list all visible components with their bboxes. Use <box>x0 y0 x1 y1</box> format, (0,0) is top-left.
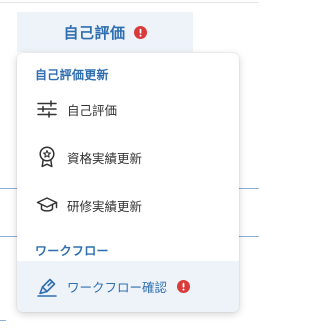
alert-icon <box>177 280 191 293</box>
menu-item-label: ワークフロー確認 <box>67 280 168 295</box>
section-header-self-evaluation-update: 自己評価更新 <box>35 68 109 82</box>
menu-item-label: 自己評価 <box>67 102 118 118</box>
alert-icon <box>133 25 147 39</box>
menu-item-self-evaluation[interactable]: 自己評価 <box>17 85 239 133</box>
tab-self-evaluation[interactable]: 自己評価 <box>17 12 193 52</box>
menu-item-training-update[interactable]: 研修実績更新 <box>17 181 239 229</box>
menu-item-workflow-check[interactable]: ワークフロー確認 <box>17 261 239 312</box>
menu-item-label: 研修実績更新 <box>67 198 143 214</box>
menu-item-qualification-update[interactable]: 資格実績更新 <box>17 133 239 181</box>
section-header-workflow: ワークフロー <box>35 244 109 258</box>
dropdown-menu: 自己評価更新 自己評価 資格実績更新 研修実績更新 ワークフロー ワークフロー確… <box>17 53 239 312</box>
top-divider <box>0 2 259 3</box>
graduation-cap-icon <box>36 194 58 216</box>
sliders-icon <box>36 98 58 120</box>
award-icon <box>36 146 58 168</box>
tab-self-evaluation-label: 自己評価 <box>63 23 126 42</box>
background-divider <box>0 320 6 321</box>
menu-item-label: 資格実績更新 <box>67 150 143 166</box>
workflow-pen-icon <box>36 276 58 298</box>
